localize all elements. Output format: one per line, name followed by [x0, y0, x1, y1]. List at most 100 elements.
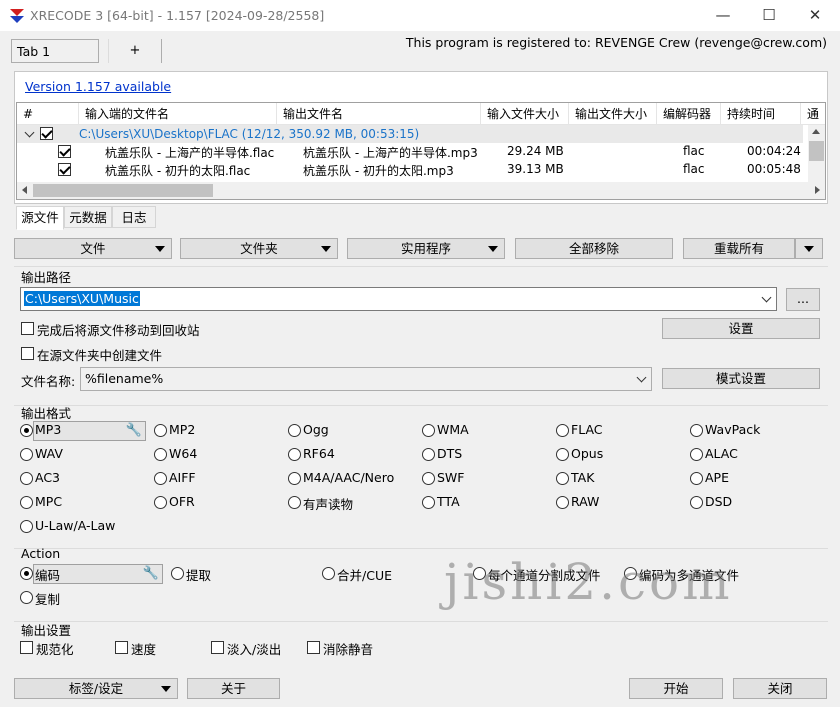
format-radio[interactable] — [556, 424, 569, 437]
format-label: OFR — [169, 494, 195, 509]
dropdown-arrow-icon — [161, 686, 171, 692]
row-checkbox[interactable] — [58, 145, 71, 158]
tab-1[interactable]: Tab 1 — [11, 39, 99, 63]
format-radio[interactable] — [422, 424, 435, 437]
dropdown-arrow-icon — [155, 246, 165, 252]
dropdown-arrow-icon — [804, 246, 814, 252]
action-radio[interactable] — [20, 567, 33, 580]
close-button[interactable]: 关闭 — [733, 678, 827, 699]
remove-all-button[interactable]: 全部移除 — [515, 238, 673, 259]
format-label: Opus — [571, 446, 604, 461]
format-label: AIFF — [169, 470, 196, 485]
format-radio[interactable] — [288, 448, 301, 461]
fade-checkbox[interactable] — [211, 641, 224, 654]
format-label: M4A/AAC/Nero — [303, 470, 395, 485]
file-list[interactable]: # 输入端的文件名 输出文件名 输入文件大小 输出文件大小 编解码器 持续时间 … — [16, 102, 826, 200]
format-radio[interactable] — [154, 424, 167, 437]
column-header[interactable]: 输出文件大小 — [569, 103, 657, 125]
format-radio[interactable] — [690, 472, 703, 485]
tags-settings-button[interactable]: 标签/设定 — [14, 678, 178, 699]
column-header[interactable]: 输出文件名 — [277, 103, 481, 125]
version-link[interactable]: Version 1.157 available — [25, 79, 171, 94]
table-row[interactable]: 杭盖乐队 - 初升的太阳.flac 杭盖乐队 - 初升的太阳.mp3 39.13… — [17, 161, 803, 179]
duration: 00:04:24 — [747, 144, 801, 158]
format-radio[interactable] — [422, 448, 435, 461]
registration-text: This program is registered to: REVENGE C… — [405, 35, 827, 50]
speed-checkbox[interactable] — [115, 641, 128, 654]
settings-button[interactable]: 设置 — [662, 318, 820, 339]
column-header[interactable]: 输入文件大小 — [481, 103, 569, 125]
create-in-source-checkbox[interactable] — [21, 347, 34, 360]
format-radio[interactable] — [556, 496, 569, 509]
format-label: RAW — [571, 494, 600, 509]
tab-source-files[interactable]: 源文件 — [16, 206, 64, 230]
normalize-checkbox[interactable] — [20, 641, 33, 654]
filename-pattern-combo[interactable]: %filename% — [80, 367, 652, 391]
about-button[interactable]: 关于 — [187, 678, 280, 699]
file-menu-button[interactable]: 文件 — [14, 238, 172, 259]
group-row[interactable]: C:\Users\XU\Desktop\FLAC (12/12, 350.92 … — [17, 125, 803, 143]
add-tab-button[interactable]: + — [108, 39, 162, 63]
scroll-up-icon[interactable] — [812, 129, 820, 134]
collapse-icon[interactable] — [24, 127, 35, 138]
format-radio[interactable] — [690, 424, 703, 437]
column-header[interactable]: 持续时间 — [721, 103, 801, 125]
format-radio[interactable] — [422, 472, 435, 485]
action-radio[interactable] — [322, 567, 335, 580]
format-radio[interactable] — [20, 448, 33, 461]
format-radio[interactable] — [288, 472, 301, 485]
action-radio[interactable] — [171, 567, 184, 580]
pattern-settings-button[interactable]: 模式设置 — [662, 368, 820, 389]
group-checkbox[interactable] — [40, 127, 53, 140]
output-path-value[interactable]: C:\Users\XU\Music — [24, 291, 140, 306]
utility-menu-button[interactable]: 实用程序 — [347, 238, 505, 259]
format-radio[interactable] — [20, 520, 33, 533]
browse-button[interactable]: ... — [786, 288, 820, 311]
table-row[interactable]: 杭盖乐队 - 上海产的半导体.flac 杭盖乐队 - 上海产的半导体.mp3 2… — [17, 143, 803, 161]
format-radio[interactable] — [20, 496, 33, 509]
column-header[interactable]: # — [17, 103, 79, 125]
format-radio[interactable] — [422, 496, 435, 509]
scroll-left-icon[interactable] — [22, 186, 27, 194]
chevron-down-icon[interactable] — [636, 372, 647, 383]
wrench-icon[interactable]: 🔧 — [143, 566, 159, 581]
start-button[interactable]: 开始 — [629, 678, 723, 699]
column-header[interactable]: 通 — [801, 103, 825, 125]
format-radio[interactable] — [556, 448, 569, 461]
remove-silence-checkbox[interactable] — [307, 641, 320, 654]
format-radio[interactable] — [288, 496, 301, 509]
reload-dropdown-button[interactable] — [795, 238, 823, 259]
maximize-button[interactable]: ☐ — [746, 0, 792, 31]
list-header: # 输入端的文件名 输出文件名 输入文件大小 输出文件大小 编解码器 持续时间 … — [17, 103, 825, 125]
format-radio[interactable] — [288, 424, 301, 437]
move-to-recycle-checkbox[interactable] — [21, 322, 34, 335]
format-radio[interactable] — [154, 448, 167, 461]
horizontal-scrollbar[interactable] — [17, 182, 825, 199]
format-radio[interactable] — [556, 472, 569, 485]
minimize-button[interactable]: — — [700, 0, 746, 31]
app-logo-icon — [10, 9, 24, 23]
folder-menu-button[interactable]: 文件夹 — [180, 238, 338, 259]
format-radio[interactable] — [20, 472, 33, 485]
close-window-button[interactable]: ✕ — [792, 0, 838, 31]
format-radio[interactable] — [690, 496, 703, 509]
scroll-right-icon[interactable] — [815, 186, 820, 194]
reload-all-button[interactable]: 重载所有 — [683, 238, 795, 259]
wrench-icon[interactable]: 🔧 — [126, 423, 142, 438]
format-radio[interactable] — [690, 448, 703, 461]
chevron-down-icon[interactable] — [761, 292, 772, 303]
column-header[interactable]: 编解码器 — [657, 103, 721, 125]
format-radio[interactable] — [20, 424, 33, 437]
row-checkbox[interactable] — [58, 163, 71, 176]
vertical-scroll-thumb[interactable] — [809, 141, 824, 161]
format-radio[interactable] — [154, 472, 167, 485]
format-radio[interactable] — [154, 496, 167, 509]
horizontal-scroll-thumb[interactable] — [33, 184, 213, 197]
action-radio[interactable] — [20, 591, 33, 604]
file-button-label: 文件 — [80, 241, 106, 256]
tab-log[interactable]: 日志 — [112, 206, 156, 228]
vertical-scrollbar[interactable] — [808, 125, 825, 183]
output-path-combo[interactable]: C:\Users\XU\Music — [20, 287, 777, 311]
tab-metadata[interactable]: 元数据 — [64, 206, 112, 228]
column-header[interactable]: 输入端的文件名 — [79, 103, 277, 125]
